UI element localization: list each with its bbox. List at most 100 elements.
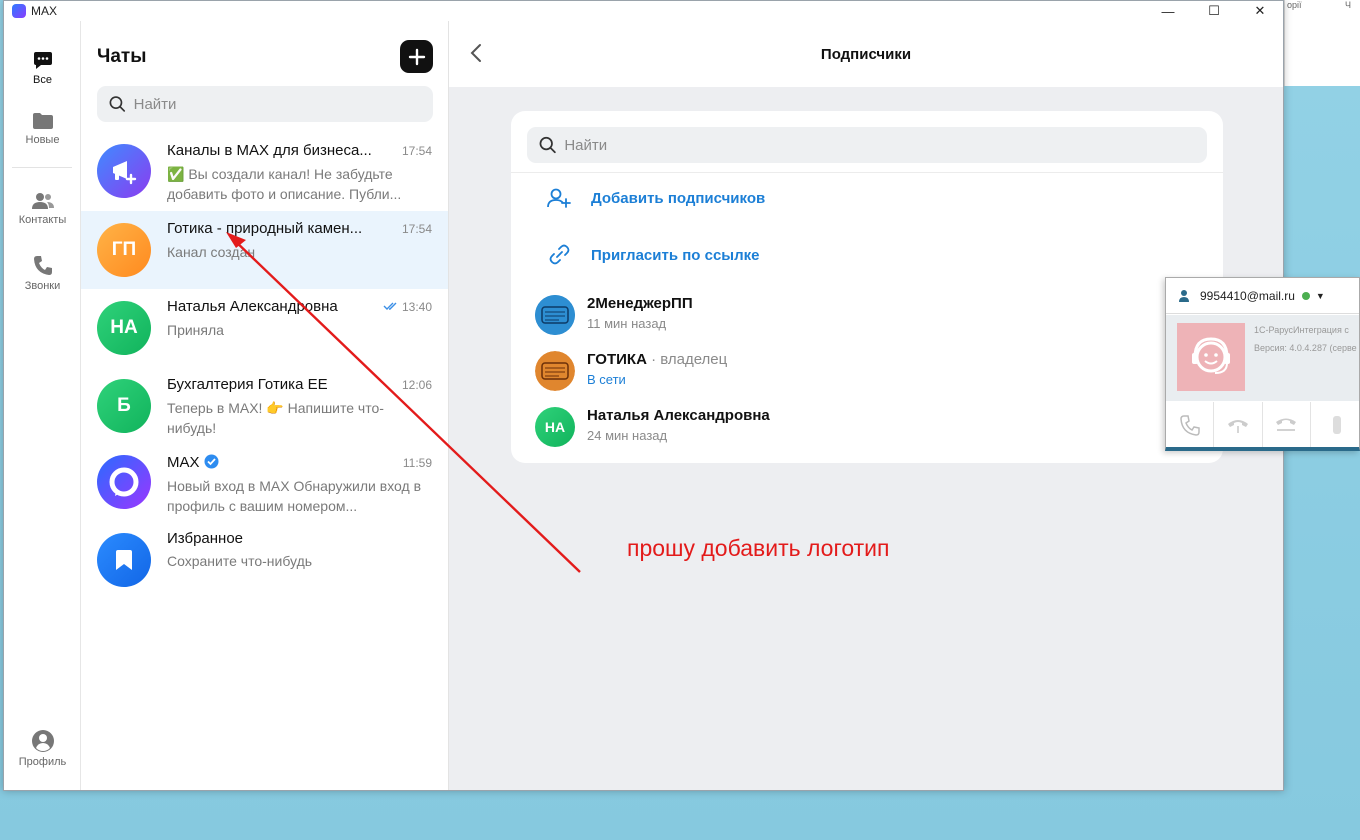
chat-name: Избранное: [167, 530, 244, 547]
widget-email: 9954410@mail.ru: [1200, 288, 1295, 303]
nav-new-label: Новые: [25, 134, 60, 146]
avatar: НА: [97, 301, 151, 355]
invite-by-link-label: Пригласить по ссылке: [591, 246, 760, 264]
dropdown-caret-icon[interactable]: ▼: [1316, 291, 1325, 301]
avatar: ГП: [97, 223, 151, 277]
chat-row-favorites[interactable]: Избранное Сохраните что-нибудь: [81, 523, 448, 601]
subscriber-name: 2МенеджерПП: [587, 295, 693, 312]
add-subscribers-label: Добавить подписчиков: [591, 189, 766, 207]
background-tab: орії: [1287, 0, 1302, 10]
transfer-icon: [1276, 418, 1297, 431]
add-user-icon: [547, 188, 571, 208]
chat-search-input[interactable]: [133, 95, 433, 113]
double-check-icon: [383, 302, 397, 310]
user-icon: [1179, 290, 1189, 302]
nav-divider: [12, 167, 72, 168]
more-button[interactable]: [1311, 402, 1359, 447]
phone-icon: [33, 256, 52, 275]
window-title: MAX: [31, 4, 58, 18]
link-icon: [549, 244, 570, 265]
call-button[interactable]: [1166, 402, 1215, 447]
stamp-logo-avatar-icon: [535, 295, 575, 335]
chat-preview: Приняла: [167, 322, 224, 338]
avatar: Б: [97, 379, 151, 433]
chat-name-text: MAX: [167, 454, 200, 471]
close-button[interactable]: ✕: [1237, 1, 1283, 21]
chat-preview: Новый вход в MAX Обнаружили вход в профи…: [167, 478, 422, 514]
bookmark-icon: [97, 533, 151, 587]
avatar: НА: [535, 407, 575, 447]
nav-contacts-label: Контакты: [18, 214, 67, 226]
invite-by-link-button[interactable]: Пригласить по ссылке: [547, 244, 759, 266]
subscribers-search-input[interactable]: [564, 136, 1207, 154]
chat-row-max[interactable]: MAX 11:59 Новый вход в MAX Обнаружили вх…: [81, 445, 448, 523]
chat-name: MAX: [167, 454, 219, 471]
transfer-button[interactable]: [1263, 402, 1311, 447]
widget-call-controls: [1166, 402, 1359, 447]
chat-name: Готика - природный камен...: [167, 220, 363, 237]
app-window: MAX — ☐ ✕ Все Новые Контакты Звонки Проф…: [3, 0, 1284, 791]
subscriber-last-seen: 24 мин назад: [587, 428, 668, 443]
subscribers-header: Подписчики: [449, 21, 1283, 87]
widget-app-name: 1С-РарусИнтеграция с: [1254, 325, 1349, 335]
hang-up-button[interactable]: [1214, 402, 1263, 447]
subscriber-name: Наталья Александровна: [587, 407, 770, 424]
chat-bubble-icon: [33, 52, 52, 69]
chat-preview: Канал создан: [167, 244, 256, 260]
operator-headset-icon: [1177, 323, 1245, 391]
chat-time: 12:06: [401, 378, 432, 392]
hang-up-icon: [1227, 420, 1248, 433]
nav-calls[interactable]: Звонки: [4, 255, 81, 292]
nav-rail: Все Новые Контакты Звонки Профиль: [4, 21, 81, 790]
nav-calls-label: Звонки: [24, 280, 61, 292]
subscribers-card: Добавить подписчиков Пригласить по ссылк…: [511, 111, 1223, 463]
title-bar: MAX — ☐ ✕: [4, 1, 1283, 21]
subscriber-role: · владелец: [646, 351, 728, 368]
chat-time: 17:54: [401, 222, 432, 236]
chat-row-natalia[interactable]: НА Наталья Александровна 13:40 Приняла: [81, 289, 448, 367]
online-status-icon: [1301, 291, 1310, 300]
chat-time: 13:40: [383, 300, 432, 314]
search-icon: [109, 96, 126, 112]
chat-row-gotika-channel[interactable]: ГП Готика - природный камен... 17:54 Кан…: [81, 211, 448, 289]
chat-time-text: 13:40: [401, 300, 432, 314]
more-icon: [1332, 416, 1341, 434]
max-logo-icon: [97, 455, 151, 509]
widget-body: 1С-РарусИнтеграция с Версия: 4.0.4.287 (…: [1166, 315, 1359, 401]
new-chat-button[interactable]: [400, 40, 433, 73]
stamp-logo-avatar-icon: [535, 351, 575, 391]
phone-icon: [1179, 415, 1200, 436]
chat-name: Наталья Александровна: [167, 298, 338, 315]
nav-contacts[interactable]: Контакты: [4, 191, 81, 226]
chat-name: Бухгалтерия Готика ЕЕ: [167, 376, 328, 393]
widget-version: Версия: 4.0.4.287 (серве: [1254, 343, 1357, 353]
chat-search-box: [97, 86, 433, 122]
chat-preview: ✅ Вы создали канал! Не забудьте добавить…: [167, 166, 402, 202]
megaphone-avatar-icon: [97, 144, 151, 198]
search-icon: [539, 136, 556, 154]
plus-icon: [408, 48, 425, 65]
subscriber-last-seen: 11 мин назад: [587, 316, 667, 331]
annotation-text: прошу добавить логотип: [627, 535, 890, 561]
maximize-button[interactable]: ☐: [1191, 1, 1237, 21]
subscriber-name-text: ГОТИКА: [587, 351, 647, 368]
contacts-icon: [31, 193, 54, 209]
folder-icon: [32, 113, 53, 129]
profile-icon: [31, 730, 54, 752]
widget-header[interactable]: 9954410@mail.ru ▼: [1166, 278, 1359, 314]
chat-list-panel: Чаты Каналы в MAX для бизнеса... 17:54 ✅…: [81, 21, 449, 790]
chat-row-buhgalteria[interactable]: Б Бухгалтерия Готика ЕЕ 12:06 Теперь в M…: [81, 367, 448, 445]
nav-all[interactable]: Все: [4, 51, 81, 86]
minimize-button[interactable]: —: [1145, 1, 1191, 21]
chat-row-channels[interactable]: Каналы в MAX для бизнеса... 17:54 ✅ Вы с…: [81, 133, 448, 211]
subscribers-search-box: [527, 127, 1207, 163]
telephony-widget: 9954410@mail.ru ▼ 1С-РарусИнтеграция с В…: [1165, 277, 1360, 451]
nav-all-label: Все: [33, 74, 52, 86]
chat-preview: Теперь в MAX! 👉 Напишите что-нибудь!: [167, 400, 384, 436]
nav-new[interactable]: Новые: [4, 111, 81, 146]
nav-profile-label: Профиль: [18, 756, 67, 768]
add-subscribers-button[interactable]: Добавить подписчиков: [547, 187, 765, 209]
subscribers-pane: Подписчики Добавить подписчиков Пригласи…: [449, 21, 1283, 790]
nav-profile[interactable]: Профиль: [4, 729, 81, 768]
chat-preview: Сохраните что-нибудь: [167, 553, 313, 569]
